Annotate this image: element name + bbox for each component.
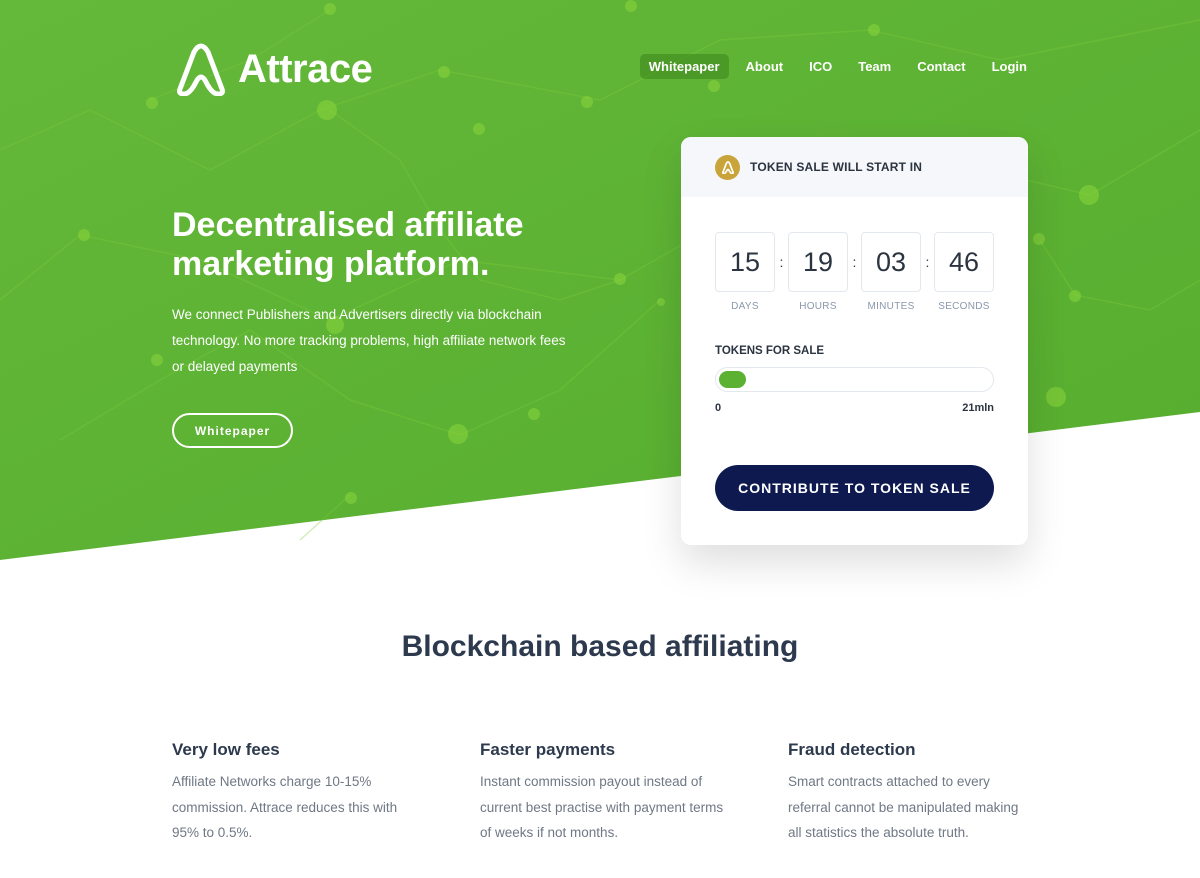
nav-item-about[interactable]: About (737, 54, 793, 79)
token-sale-card: TOKEN SALE WILL START IN 15 DAYS : 19 HO… (681, 137, 1028, 545)
feature-item: Faster payments Instant commission payou… (480, 740, 788, 846)
feature-item: Very low fees Affiliate Networks charge … (172, 740, 480, 846)
countdown-seconds-label: SECONDS (938, 301, 990, 312)
feature-title: Faster payments (480, 740, 616, 759)
feature-title: Very low fees (172, 740, 280, 759)
countdown: 15 DAYS : 19 HOURS : 03 MINUTES : 46 SEC… (715, 232, 994, 312)
countdown-minutes-label: MINUTES (867, 301, 915, 312)
countdown-days: 15 DAYS (715, 232, 775, 312)
nav-item-whitepaper[interactable]: Whitepaper (639, 54, 729, 79)
countdown-days-label: DAYS (731, 301, 759, 312)
whitepaper-button[interactable]: Whitepaper (172, 413, 293, 448)
progress-max-label: 21mln (962, 402, 994, 414)
countdown-minutes: 03 MINUTES (861, 232, 921, 312)
countdown-seconds-value: 46 (934, 232, 994, 292)
card-header: TOKEN SALE WILL START IN (681, 137, 1028, 197)
countdown-hours-value: 19 (788, 232, 848, 292)
contribute-button[interactable]: CONTRIBUTE TO TOKEN SALE (715, 465, 994, 511)
countdown-separator: : (925, 254, 930, 270)
main-nav: Whitepaper About ICO Team Contact Login (639, 54, 1036, 79)
tokens-for-sale-title: TOKENS FOR SALE (715, 345, 825, 357)
hero-headline: Decentralised affiliate marketing platfo… (172, 206, 524, 283)
hero-subtext: We connect Publishers and Advertisers di… (172, 307, 566, 374)
countdown-separator: : (852, 254, 857, 270)
feature-title: Fraud detection (788, 740, 916, 759)
countdown-separator: : (779, 254, 784, 270)
feature-text: Instant commission payout instead of cur… (480, 774, 724, 840)
countdown-seconds: 46 SECONDS (934, 232, 994, 312)
attrace-logo-icon (177, 43, 225, 96)
nav-item-ico[interactable]: ICO (800, 54, 841, 79)
feature-item: Fraud detection Smart contracts attached… (788, 740, 1096, 846)
token-progress-bar (715, 367, 994, 392)
progress-min-label: 0 (715, 402, 722, 414)
logo[interactable]: Attrace (172, 42, 373, 96)
feature-text: Smart contracts attached to every referr… (788, 774, 1019, 840)
nav-item-team[interactable]: Team (849, 54, 900, 79)
countdown-minutes-value: 03 (861, 232, 921, 292)
countdown-days-value: 15 (715, 232, 775, 292)
countdown-hours: 19 HOURS (788, 232, 848, 312)
section-title: Blockchain based affiliating (401, 630, 799, 663)
token-progress-fill (719, 371, 746, 388)
countdown-hours-label: HOURS (799, 301, 837, 312)
feature-text: Affiliate Networks charge 10-15% commiss… (172, 774, 398, 840)
token-sale-title: TOKEN SALE WILL START IN (750, 160, 923, 174)
logo-text: Attrace (238, 46, 373, 91)
attrace-badge-icon (715, 154, 740, 180)
nav-item-contact[interactable]: Contact (908, 54, 974, 79)
nav-item-login[interactable]: Login (983, 54, 1036, 79)
features-list: Very low fees Affiliate Networks charge … (172, 740, 1096, 846)
